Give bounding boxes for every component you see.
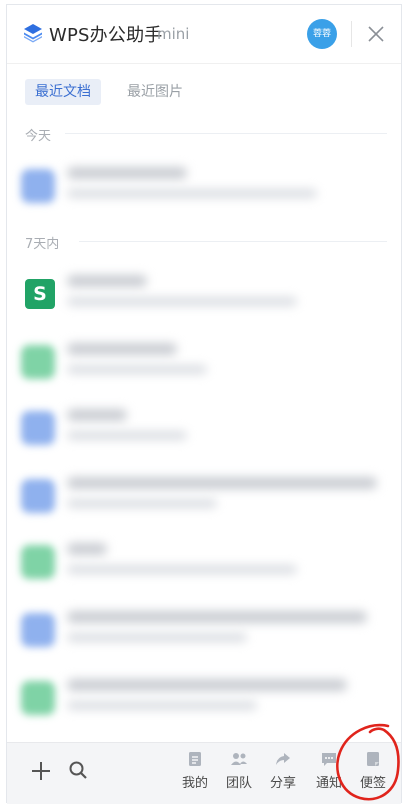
note-icon: [367, 752, 379, 766]
list-item[interactable]: [19, 599, 389, 659]
nav-mine[interactable]: 我的: [175, 751, 215, 799]
section-label-today: 今天: [25, 129, 52, 144]
message-icon: [322, 753, 336, 766]
blurred-meta: [67, 565, 297, 574]
blurred-title: [67, 543, 107, 555]
file-icon: [21, 479, 55, 513]
nav-share[interactable]: 分享: [263, 751, 303, 799]
blurred-meta: [67, 431, 187, 440]
nav-label: 便签: [359, 776, 386, 791]
nav-label: 团队: [225, 776, 252, 791]
blurred-title: [67, 275, 147, 287]
blurred-meta: [67, 297, 297, 306]
blurred-title: [67, 679, 347, 691]
tab-recent-images[interactable]: 最近图片: [117, 79, 193, 105]
list-item[interactable]: [19, 331, 389, 391]
file-icon: [21, 681, 55, 715]
search-icon[interactable]: [67, 759, 89, 781]
list-item[interactable]: [19, 155, 389, 215]
list-item[interactable]: [19, 397, 389, 457]
blurred-title: [67, 343, 177, 355]
file-icon: [21, 613, 55, 647]
file-icon: [21, 545, 55, 579]
blurred-meta: [67, 189, 317, 198]
blurred-meta: [67, 701, 257, 710]
tab-recent-documents[interactable]: 最近文档: [25, 79, 101, 105]
app-title: WPS办公助手: [49, 25, 163, 46]
list-item[interactable]: [19, 465, 389, 525]
blurred-meta: [67, 499, 217, 508]
list-item[interactable]: [19, 667, 389, 727]
nav-label: 分享: [269, 776, 296, 791]
share-icon: [276, 753, 290, 765]
user-avatar[interactable]: 蓉蓉: [307, 19, 337, 49]
plus-icon[interactable]: [29, 759, 53, 783]
list-item[interactable]: [19, 531, 389, 591]
title-bar: WPS办公助手 mini 蓉蓉: [7, 5, 401, 63]
app-edition-label: mini: [157, 25, 190, 43]
section-label-week: 7天内: [25, 237, 60, 252]
team-icon: [231, 753, 247, 765]
blurred-title: [67, 477, 377, 489]
nav-team[interactable]: 团队: [219, 751, 259, 799]
nav-notifications[interactable]: 通知: [309, 751, 349, 799]
list-item[interactable]: S: [19, 263, 389, 323]
doc-icon: [189, 752, 201, 766]
nav-label: 我的: [181, 776, 208, 791]
section-divider: [65, 133, 387, 134]
file-icon: [21, 345, 55, 379]
nav-label: 通知: [315, 776, 342, 791]
layers-logo-icon: [24, 24, 42, 43]
spreadsheet-icon: S: [25, 279, 55, 309]
blurred-title: [67, 167, 187, 179]
header-divider-line: [7, 63, 401, 64]
file-icon: [21, 411, 55, 445]
blurred-title: [67, 611, 367, 623]
file-icon: [21, 169, 55, 203]
nav-sticky-notes[interactable]: 便签: [353, 751, 393, 799]
section-divider: [79, 241, 387, 242]
assistant-window: WPS办公助手 mini 蓉蓉 最近文档 最近图片 今天 7天内 S 我的 团队…: [6, 4, 402, 804]
close-icon[interactable]: [363, 21, 389, 47]
blurred-meta: [67, 365, 207, 374]
header-divider: [351, 21, 352, 47]
blurred-meta: [67, 633, 247, 642]
bottom-toolbar: 我的 团队 分享 通知 便签: [7, 742, 401, 804]
blurred-title: [67, 409, 127, 421]
